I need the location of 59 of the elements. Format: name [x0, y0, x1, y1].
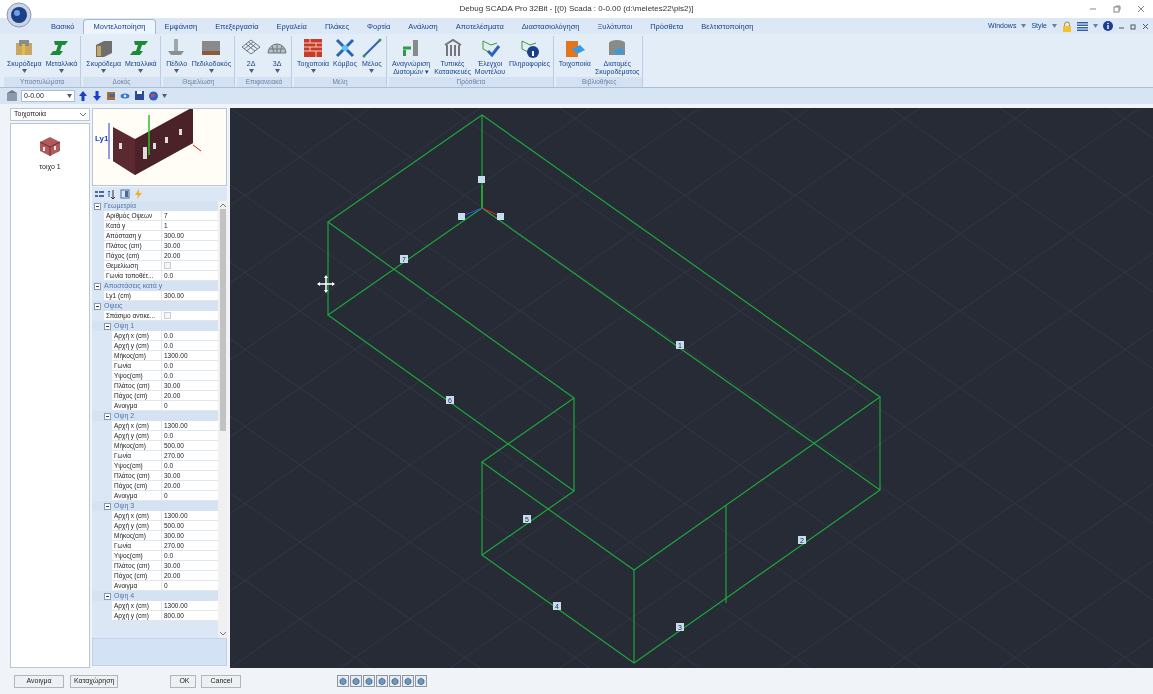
- view-button[interactable]: [402, 675, 415, 687]
- dropdown-caret-icon: [21, 69, 27, 73]
- member-line-icon: [360, 37, 383, 59]
- dimension-label: Ly1: [95, 134, 109, 143]
- save-icon[interactable]: [134, 90, 145, 102]
- dropdown-caret-icon: [369, 69, 375, 73]
- move-cursor-icon: [317, 275, 335, 293]
- window-title: Debug SCADA Pro 32Bit - [(0) Scada : 0-0.00 (d:\meletes22\pis2)]: [459, 3, 694, 15]
- view-button[interactable]: [376, 675, 389, 687]
- view-button[interactable]: [389, 675, 402, 687]
- dropdown-caret-icon: [101, 69, 107, 73]
- arrow-down-icon[interactable]: [92, 90, 103, 102]
- chevron-up-icon[interactable]: [219, 203, 226, 207]
- checkbox[interactable]: [164, 262, 171, 269]
- dropdown-caret-icon: [310, 69, 316, 73]
- restore-icon[interactable]: [1130, 22, 1137, 30]
- collapse-icon[interactable]: [94, 302, 101, 310]
- collapse-icon[interactable]: [104, 592, 111, 600]
- view-button[interactable]: [337, 675, 350, 687]
- layers-icon[interactable]: [106, 90, 117, 102]
- masonry-building-icon: [37, 134, 63, 156]
- scrollbar-thumb[interactable]: [219, 209, 226, 431]
- close-icon[interactable]: [1137, 5, 1145, 13]
- globe-icon[interactable]: [148, 90, 159, 102]
- restore-icon[interactable]: [1113, 5, 1121, 13]
- view-button[interactable]: [363, 675, 376, 687]
- app-menu-icon[interactable]: [6, 2, 32, 28]
- chevron-down-icon: [80, 112, 86, 117]
- info-icon[interactable]: [1103, 21, 1113, 31]
- axis-gizmo-icon: [458, 176, 504, 220]
- categorized-icon[interactable]: [94, 189, 104, 199]
- collapse-icon[interactable]: [104, 502, 111, 510]
- dropdown-caret-icon: [248, 69, 254, 73]
- dropdown-caret-icon[interactable]: [1021, 24, 1027, 28]
- dropdown-caret-icon[interactable]: [1093, 24, 1098, 28]
- chevron-down-icon[interactable]: [219, 632, 226, 636]
- collapse-icon[interactable]: [104, 412, 111, 420]
- scrollbar[interactable]: [218, 201, 227, 638]
- dropdown-caret-icon: [59, 69, 64, 73]
- arrow-up-icon[interactable]: [78, 90, 89, 102]
- dropdown-caret-icon: [174, 69, 180, 73]
- dropdown-caret-icon[interactable]: [162, 94, 167, 98]
- view-button[interactable]: [415, 675, 428, 687]
- node-icon: [334, 37, 356, 59]
- brick-wall-icon: [302, 37, 325, 59]
- sort-alpha-icon[interactable]: [107, 189, 117, 199]
- dropdown-caret-icon: [67, 94, 72, 98]
- view-button[interactable]: [350, 675, 363, 687]
- checkbox[interactable]: [164, 312, 171, 319]
- collapse-icon[interactable]: [94, 282, 101, 290]
- collapse-icon[interactable]: [104, 322, 111, 330]
- close-icon[interactable]: [1142, 22, 1149, 30]
- dropdown-caret-icon: [274, 69, 280, 73]
- dropdown-caret-icon: [138, 69, 144, 73]
- lock-icon[interactable]: [1062, 20, 1072, 32]
- dropdown-caret-icon[interactable]: [1052, 24, 1057, 28]
- dropdown-caret-icon: [208, 69, 214, 73]
- collapse-icon[interactable]: [94, 202, 101, 210]
- property-pages-icon[interactable]: [120, 189, 130, 199]
